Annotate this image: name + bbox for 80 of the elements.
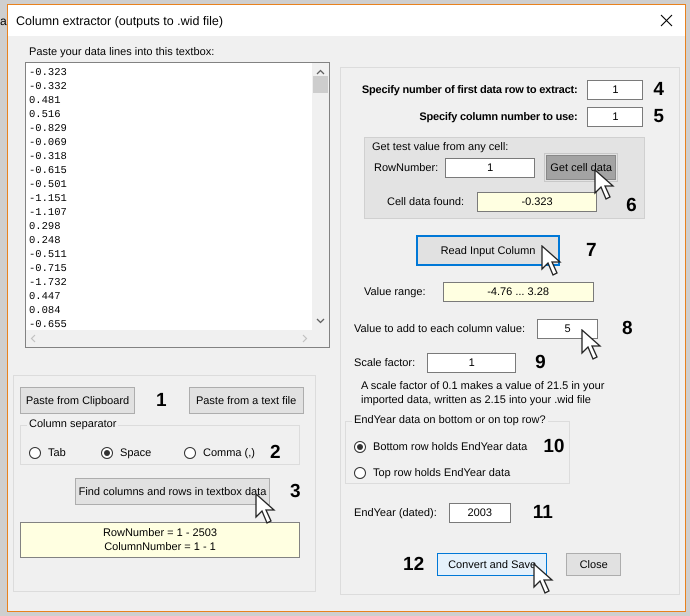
data-line: 0.481 <box>29 94 61 108</box>
data-line: -0.511 <box>29 248 67 262</box>
textbox-label: Paste your data lines into this textbox: <box>29 46 214 58</box>
scale-note: A scale factor of 0.1 makes a value of 21.5 in your imported data, written as 2.15 into your .wid file <box>361 379 606 407</box>
radio-label: Top row holds EndYear data <box>373 467 510 479</box>
step-number: 8 <box>622 318 633 340</box>
scroll-down-icon[interactable] <box>316 318 325 324</box>
radio-label: Comma (,) <box>203 447 255 459</box>
radio-button[interactable] <box>184 447 196 459</box>
data-textbox[interactable]: -0.323 -0.332 0.481 0.516 -0.829 -0.069 -0.318 -0.615 -0.501 -1.151 -1.107 0.298 0.248 -0.511 -0.715 -1.732 0.447 0.084 -0.655 <box>25 62 330 348</box>
radio-button[interactable] <box>354 441 366 453</box>
column-label: Specify column number to use: <box>419 111 578 123</box>
close-button[interactable]: Close <box>566 553 622 576</box>
endyear-field[interactable]: 2003 <box>448 503 511 523</box>
step-number: 9 <box>535 352 546 374</box>
group-title: EndYear data on bottom or on top row? <box>352 414 548 426</box>
cell-data-field: -0.323 <box>477 192 598 212</box>
step-number: 5 <box>653 106 664 128</box>
read-column-button[interactable]: Read Input Column <box>416 235 560 266</box>
first-row-field[interactable]: 1 <box>587 80 644 100</box>
get-cell-data-button[interactable]: Get cell data <box>546 155 616 180</box>
radio-label: Tab <box>48 447 66 459</box>
step-number: 10 <box>543 436 564 458</box>
cursor-icon <box>581 329 604 361</box>
data-line: 0.516 <box>29 108 61 122</box>
radio-label: Space <box>120 447 152 459</box>
step-number: 7 <box>586 240 597 262</box>
find-button[interactable]: Find columns and rows in textbox data <box>75 478 270 505</box>
data-line: -0.069 <box>29 136 67 150</box>
group-title: Column separator <box>27 418 118 430</box>
scrollbar-thumb[interactable] <box>313 76 328 93</box>
scale-factor-field[interactable]: 1 <box>427 353 516 373</box>
cell-data-label: Cell data found: <box>387 196 464 208</box>
value-range-field: -4.76 ... 3.28 <box>442 282 594 302</box>
step-number: 4 <box>653 79 664 101</box>
endyear-label: EndYear (dated): <box>354 507 437 519</box>
value-range-label: Value range: <box>364 286 426 298</box>
step-number: 12 <box>403 554 424 576</box>
data-line: -1.107 <box>29 206 67 220</box>
step-number: 3 <box>290 480 301 502</box>
row-number-label: RowNumber: <box>374 162 438 174</box>
step-number: 11 <box>532 502 553 524</box>
result-text: ColumnNumber = 1 - 1 <box>104 540 216 554</box>
step-number: 1 <box>156 390 167 412</box>
convert-save-button[interactable]: Convert and Save <box>437 553 548 576</box>
row-number-field[interactable]: 1 <box>445 158 536 178</box>
data-line: -0.829 <box>29 122 67 136</box>
result-text: RowNumber = 1 - 2503 <box>102 526 218 540</box>
data-line: -1.151 <box>29 192 67 206</box>
add-value-field[interactable]: 5 <box>537 319 598 339</box>
column-field[interactable]: 1 <box>587 107 644 127</box>
data-line: -0.318 <box>29 150 67 164</box>
data-line: 0.447 <box>29 290 61 304</box>
close-icon[interactable] <box>660 14 673 27</box>
data-line: -0.615 <box>29 164 67 178</box>
background-text: a <box>0 14 7 28</box>
add-value-label: Value to add to each column value: <box>354 323 526 335</box>
paste-clipboard-button[interactable]: Paste from Clipboard <box>20 387 135 414</box>
data-line: -1.732 <box>29 276 67 290</box>
data-line: -0.501 <box>29 178 67 192</box>
group-title: Get test value from any cell: <box>372 141 508 153</box>
data-line: -0.332 <box>29 80 67 94</box>
scale-factor-label: Scale factor: <box>354 357 416 369</box>
first-row-label: Specify number of first data row to extract: <box>362 84 578 96</box>
data-line: 0.084 <box>29 304 61 318</box>
window-title: Column extractor (outputs to .wid file) <box>16 14 224 28</box>
radio-button[interactable] <box>354 467 366 479</box>
radio-label: Bottom row holds EndYear data <box>373 441 528 453</box>
step-number: 6 <box>626 195 637 217</box>
radio-button[interactable] <box>101 447 113 459</box>
data-line: -0.715 <box>29 262 67 276</box>
data-line: -0.323 <box>29 66 67 80</box>
data-line: -0.655 <box>29 318 67 330</box>
cursor-icon <box>541 245 563 277</box>
data-line: 0.298 <box>29 220 61 234</box>
radio-button[interactable] <box>29 447 41 459</box>
step-number: 2 <box>270 442 281 464</box>
paste-file-button[interactable]: Paste from a text file <box>188 387 304 414</box>
data-line: 0.248 <box>29 234 61 248</box>
scroll-up-icon[interactable] <box>316 69 325 75</box>
